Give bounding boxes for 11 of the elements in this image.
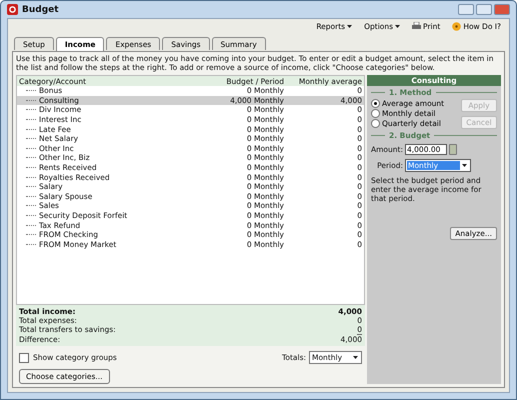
caret-icon (347, 24, 352, 28)
calculator-icon[interactable] (449, 144, 457, 155)
close-button[interactable] (494, 4, 510, 15)
window-title: Budget (22, 4, 60, 14)
maximize-button[interactable] (476, 4, 492, 15)
app-logo-icon (7, 4, 18, 15)
help-icon (452, 22, 462, 30)
printer-icon (412, 22, 422, 30)
minimize-button[interactable] (458, 4, 474, 15)
checkbox[interactable] (19, 352, 29, 362)
caret-icon (395, 24, 400, 28)
